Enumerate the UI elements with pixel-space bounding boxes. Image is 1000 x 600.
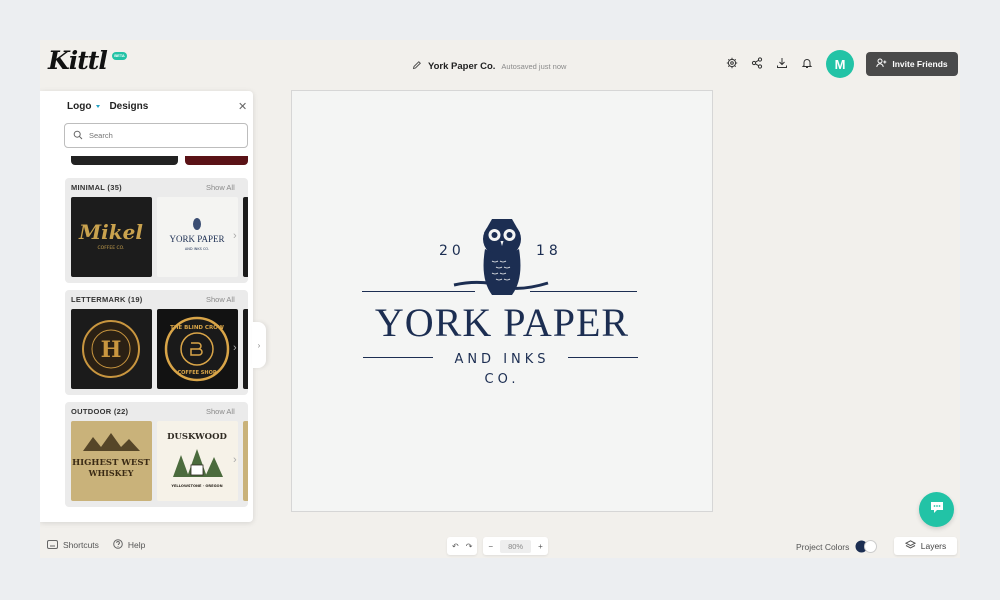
year-left[interactable]: 20 (439, 243, 465, 259)
template-thumbnail[interactable]: Mikel COFFEE CO. (71, 197, 152, 277)
thumbnail-title: THE BLIND CROW (170, 325, 224, 331)
undo-icon[interactable]: ↶ (452, 542, 459, 551)
template-thumbnail[interactable]: THE BLIND CROW COFFEE SHOP (157, 309, 238, 389)
template-thumbnail[interactable] (243, 309, 248, 389)
year-right[interactable]: 18 (536, 243, 562, 259)
bottom-left-links: Shortcuts Help (47, 539, 145, 551)
download-icon[interactable] (774, 55, 790, 71)
shortcuts-button[interactable]: Shortcuts (47, 539, 99, 551)
template-thumbnail[interactable]: HIGHEST WEST WHISKEY (71, 421, 152, 501)
thumbnail-title: YORK PAPER (170, 234, 225, 244)
brand-suffix[interactable]: CO. (292, 372, 712, 387)
section-lettermark: LETTERMARK (19) Show All H THE BLIND CRO… (65, 290, 248, 395)
thumbnail-subtitle: AND INKS CO. (185, 247, 209, 251)
chevron-right-icon[interactable]: › (233, 230, 237, 242)
layers-label: Layers (920, 541, 947, 551)
autosave-status: Autosaved just now (501, 61, 567, 71)
keyboard-icon (47, 539, 58, 551)
history-controls: ↶ ↷ (447, 537, 478, 555)
zoom-group: − 80% + (483, 537, 548, 555)
template-thumbnail[interactable]: YORK PAPER AND INKS CO. (157, 197, 238, 277)
show-all-link[interactable]: Show All (206, 183, 235, 192)
artboard[interactable]: 20 18 YORK PAPER AND INKS CO. (291, 90, 713, 512)
document-info: York Paper Co. Autosaved just now (412, 57, 566, 75)
thumbnail-peek[interactable] (71, 156, 178, 165)
thumbnail-title: H (101, 337, 122, 363)
chevron-right-icon[interactable]: › (233, 454, 237, 466)
project-colors-toggle[interactable] (855, 540, 878, 553)
section-title: MINIMAL (35) (71, 183, 122, 192)
thumbnail-title: Mikel (78, 220, 143, 244)
bell-icon[interactable] (799, 55, 815, 71)
share-icon[interactable] (749, 55, 765, 71)
thumbnail-subtitle: COFFEE CO. (98, 245, 125, 251)
invite-friends-label: Invite Friends (892, 59, 948, 69)
help-button[interactable]: Help (113, 539, 145, 551)
pencil-icon[interactable] (412, 57, 422, 75)
top-actions (724, 55, 815, 71)
avatar[interactable]: M (826, 50, 854, 78)
chevron-right-icon[interactable]: › (233, 342, 237, 354)
thumbnail-title: DUSKWOOD (167, 432, 227, 442)
template-thumbnail[interactable]: DUSKWOOD YELLOWSTONE · OREGON (157, 421, 238, 501)
invite-friends-button[interactable]: Invite Friends (866, 52, 958, 76)
section-outdoor: OUTDOOR (22) Show All HIGHEST WEST WHISK… (65, 402, 248, 507)
thumbnail-subtitle: WHISKEY (88, 468, 134, 478)
search-icon (73, 127, 83, 145)
show-all-link[interactable]: Show All (206, 295, 235, 304)
template-thumbnail[interactable] (243, 197, 248, 277)
owl-illustration[interactable] (452, 179, 552, 299)
help-label: Help (127, 540, 146, 550)
document-title[interactable]: York Paper Co. (428, 61, 495, 72)
zoom-controls: ↶ ↷ − 80% + (447, 537, 548, 555)
redo-icon[interactable]: ↷ (466, 542, 473, 551)
search-box[interactable] (64, 123, 248, 148)
collapse-panel-handle[interactable]: › (252, 322, 266, 368)
thumbnail-peek[interactable] (185, 156, 248, 165)
layers-icon (904, 540, 916, 552)
template-thumbnail[interactable]: H (71, 309, 152, 389)
beta-badge: BETA (112, 52, 127, 60)
category-dropdown[interactable]: Logo (67, 101, 91, 112)
thumbnail-subtitle: COFFEE SHOP (177, 370, 216, 376)
kittl-logo[interactable]: Kittl (48, 46, 108, 75)
layers-button[interactable]: Layers (894, 537, 957, 555)
chat-icon (929, 500, 945, 519)
panel-tab-designs[interactable]: Designs (109, 101, 148, 112)
section-title: LETTERMARK (19) (71, 295, 143, 304)
shortcuts-label: Shortcuts (63, 540, 99, 550)
template-thumbnail[interactable] (243, 421, 248, 501)
search-input[interactable] (89, 131, 229, 140)
thumbnail-title: HIGHEST WEST (72, 458, 150, 468)
section-minimal: MINIMAL (35) Show All Mikel COFFEE CO. Y… (65, 178, 248, 283)
section-title: OUTDOOR (22) (71, 407, 129, 416)
chat-support-button[interactable] (919, 492, 954, 527)
chevron-down-icon[interactable] (96, 105, 101, 108)
add-user-icon (876, 58, 887, 70)
zoom-out-icon[interactable]: − (488, 542, 493, 551)
show-all-link[interactable]: Show All (206, 407, 235, 416)
divider-line[interactable] (530, 291, 637, 293)
brand-subtitle[interactable]: AND INKS (292, 352, 712, 367)
help-icon (113, 539, 123, 551)
settings-icon[interactable] (724, 55, 740, 71)
close-icon[interactable]: ✕ (238, 100, 247, 113)
brand-name[interactable]: YORK PAPER (292, 299, 712, 346)
designs-panel: Logo Designs ✕ MINIMAL (35) Show All Mik… (40, 91, 253, 522)
project-colors-label: Project Colors (796, 541, 850, 552)
top-bar: Kittl BETA York Paper Co. Autosaved just… (40, 40, 960, 88)
app-window: Kittl BETA York Paper Co. Autosaved just… (40, 40, 960, 558)
thumbnail-subtitle: YELLOWSTONE · OREGON (170, 484, 222, 488)
zoom-in-icon[interactable]: + (538, 542, 543, 551)
panel-header: Logo Designs (67, 101, 148, 112)
project-colors: Project Colors (796, 540, 878, 553)
divider-line[interactable] (362, 291, 475, 293)
zoom-level[interactable]: 80% (500, 539, 532, 553)
